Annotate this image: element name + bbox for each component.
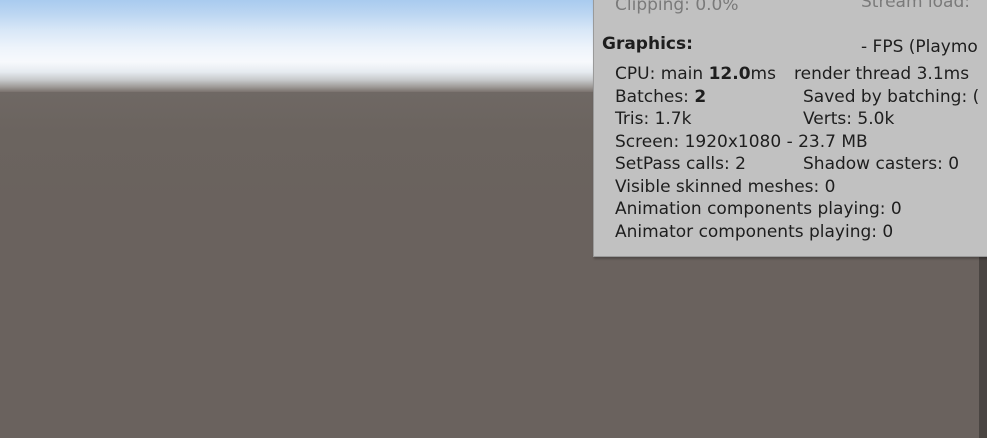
render-thread-stat: render thread 3.1ms bbox=[794, 64, 970, 84]
clipping-stat: Clipping: 0.0% bbox=[615, 0, 739, 15]
cpu-main-value: 12.0 bbox=[708, 64, 751, 84]
shadow-casters-stat: Shadow casters: 0 bbox=[803, 154, 960, 174]
batches-stat: Batches: 2 bbox=[615, 87, 706, 107]
stream-load-stat: Stream load: bbox=[861, 0, 970, 12]
fps-label: - FPS (Playmo bbox=[861, 37, 978, 57]
viewport-edge-strip bbox=[979, 256, 987, 438]
batches-prefix: Batches: bbox=[615, 87, 695, 107]
game-viewport: Clipping: 0.0% Stream load: Graphics: - … bbox=[0, 0, 987, 438]
saved-by-batching-stat: Saved by batching: ( bbox=[803, 87, 980, 107]
visible-skinned-meshes-stat: Visible skinned meshes: 0 bbox=[615, 177, 836, 197]
cpu-stat: CPU: main 12.0ms bbox=[615, 64, 776, 84]
graphics-header: Graphics: bbox=[602, 34, 693, 54]
screen-stat: Screen: 1920x1080 - 23.7 MB bbox=[615, 132, 868, 152]
verts-stat: Verts: 5.0k bbox=[803, 109, 895, 129]
cpu-prefix: CPU: main bbox=[615, 64, 709, 84]
animator-components-stat: Animator components playing: 0 bbox=[615, 222, 894, 242]
batches-value: 2 bbox=[694, 87, 707, 107]
tris-stat: Tris: 1.7k bbox=[615, 109, 692, 129]
animation-components-stat: Animation components playing: 0 bbox=[615, 199, 902, 219]
stats-overlay-panel: Clipping: 0.0% Stream load: Graphics: - … bbox=[593, 0, 987, 257]
cpu-main-unit: ms bbox=[750, 64, 776, 84]
setpass-stat: SetPass calls: 2 bbox=[615, 154, 746, 174]
